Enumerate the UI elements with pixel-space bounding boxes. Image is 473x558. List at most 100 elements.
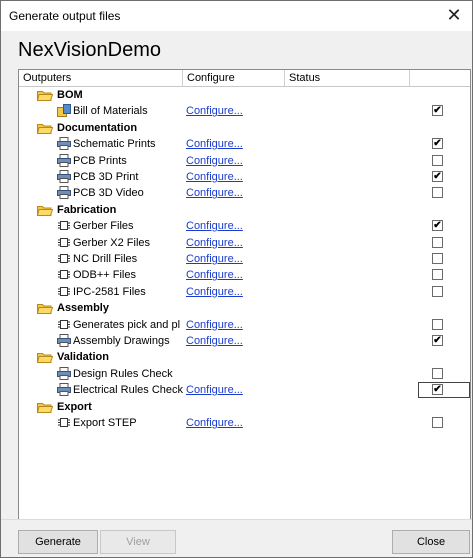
configure-link[interactable]: Configure... — [186, 317, 243, 333]
enable-checkbox[interactable] — [432, 285, 443, 297]
configure-link[interactable]: Configure... — [186, 284, 243, 300]
printer-icon — [57, 153, 71, 167]
group-row-assembly[interactable]: Assembly — [19, 300, 470, 316]
column-header-configure[interactable]: Configure — [183, 70, 285, 86]
outputer-label: Assembly Drawings — [73, 335, 170, 347]
outputer-row[interactable]: PCB Prints Configure... — [19, 153, 470, 169]
outputer-label: Electrical Rules Check — [73, 384, 184, 397]
outputer-row[interactable]: ODB++ Files Configure... — [19, 267, 470, 283]
group-label: Documentation — [57, 121, 138, 134]
folder-open-icon — [36, 205, 54, 216]
folder-open-icon — [36, 303, 54, 315]
enable-checkbox[interactable] — [432, 367, 443, 379]
printer-icon — [57, 334, 71, 347]
enable-checkbox[interactable] — [432, 154, 443, 166]
outputer-row[interactable]: Assembly Drawings Configure... ✔ — [19, 333, 470, 349]
outputer-row[interactable]: IPC-2581 Files Configure... — [19, 284, 470, 300]
group-label: Fabrication — [57, 203, 117, 216]
outputer-label: Export STEP — [73, 417, 137, 429]
folder-open-icon — [36, 123, 54, 134]
enable-checkbox[interactable]: ✔ — [432, 384, 443, 396]
chip-icon — [57, 416, 71, 429]
enable-checkbox[interactable]: ✔ — [432, 335, 443, 346]
outputer-label: ODB++ Files — [73, 269, 136, 282]
outputer-label: Generates pick and pl — [73, 318, 181, 331]
outputer-row[interactable]: Bill of Materials Configure... ✔ — [19, 103, 470, 119]
group-row-validation[interactable]: Validation — [19, 349, 470, 365]
configure-link[interactable]: Configure... — [186, 267, 243, 283]
chip-icon — [57, 219, 71, 232]
group-label: BOM — [57, 89, 83, 101]
folder-open-icon — [36, 352, 54, 364]
enable-checkbox[interactable]: ✔ — [432, 138, 443, 150]
folder-open-icon — [36, 402, 54, 413]
enable-checkbox[interactable] — [432, 417, 443, 428]
configure-link[interactable]: Configure... — [186, 235, 243, 251]
outputer-label: PCB 3D Print — [73, 171, 139, 183]
dialog-footer: Generate View Close — [1, 519, 472, 557]
enable-checkbox[interactable]: ✔ — [432, 105, 443, 117]
outputer-label: IPC-2581 Files — [73, 285, 146, 298]
outputer-label: Gerber X2 Files — [73, 236, 151, 249]
close-button[interactable]: Close — [392, 530, 470, 554]
bom-report-icon — [57, 104, 71, 118]
outputer-row[interactable]: Gerber X2 Files Configure... — [19, 235, 470, 251]
view-button[interactable]: View — [100, 530, 176, 554]
outputers-list[interactable]: Outputers Configure Status BOM Bill of Ma… — [18, 69, 471, 543]
configure-link[interactable]: Configure... — [186, 251, 243, 267]
configure-link[interactable]: Configure... — [186, 103, 243, 119]
outputer-row[interactable]: Schematic Prints Configure... ✔ — [19, 136, 470, 152]
outputer-row[interactable]: PCB 3D Print Configure... ✔ — [19, 169, 470, 185]
configure-link[interactable]: Configure... — [186, 382, 243, 398]
outputer-row[interactable]: PCB 3D Video Configure... — [19, 185, 470, 201]
folder-open-icon — [36, 90, 54, 101]
configure-link[interactable]: Configure... — [186, 169, 243, 185]
column-header-enabled[interactable] — [410, 70, 470, 86]
outputer-label: PCB 3D Video — [73, 187, 144, 200]
close-icon[interactable]: ✕ — [442, 4, 466, 26]
printer-icon — [57, 383, 71, 397]
enable-checkbox[interactable] — [432, 187, 443, 199]
outputer-row[interactable]: Export STEP Configure... — [19, 415, 470, 431]
configure-link[interactable]: Configure... — [186, 333, 243, 349]
column-header-status[interactable]: Status — [285, 70, 410, 86]
enable-checkbox[interactable]: ✔ — [432, 171, 443, 182]
printer-icon — [57, 366, 71, 380]
enable-checkbox[interactable]: ✔ — [432, 220, 443, 232]
list-header: Outputers Configure Status — [19, 70, 470, 87]
configure-link[interactable]: Configure... — [186, 153, 243, 169]
enable-checkbox[interactable] — [432, 236, 443, 248]
generate-button[interactable]: Generate — [18, 530, 98, 554]
focus-rect — [418, 382, 470, 399]
chip-icon — [57, 285, 71, 298]
configure-link[interactable]: Configure... — [186, 415, 243, 431]
column-header-outputers[interactable]: Outputers — [19, 70, 183, 86]
group-row-documentation[interactable]: Documentation — [19, 120, 470, 136]
enable-checkbox[interactable] — [432, 269, 443, 281]
title-bar: Generate output files ✕ — [1, 1, 472, 31]
outputer-row[interactable]: Design Rules Check — [19, 366, 470, 382]
enable-checkbox[interactable] — [432, 253, 443, 264]
outputer-row[interactable]: Electrical Rules Check Configure... ✔ — [19, 382, 470, 399]
enable-checkbox[interactable] — [432, 318, 443, 330]
configure-link[interactable]: Configure... — [186, 136, 243, 152]
group-row-export[interactable]: Export — [19, 399, 470, 415]
outputer-label: NC Drill Files — [73, 253, 138, 265]
chip-icon — [57, 268, 71, 281]
outputer-row[interactable]: NC Drill Files Configure... — [19, 251, 470, 267]
printer-icon — [57, 137, 71, 151]
outputer-label: PCB Prints — [73, 154, 127, 167]
configure-link[interactable]: Configure... — [186, 218, 243, 234]
chip-icon — [57, 252, 71, 265]
group-row-fabrication[interactable]: Fabrication — [19, 202, 470, 218]
outputer-row[interactable]: Gerber Files Configure... ✔ — [19, 218, 470, 234]
group-row-bom[interactable]: BOM — [19, 87, 470, 103]
configure-link[interactable]: Configure... — [186, 185, 243, 201]
project-name: NexVisionDemo — [18, 39, 162, 61]
outputer-label: Gerber Files — [73, 220, 134, 233]
group-label: Validation — [57, 351, 109, 364]
outputer-label: Bill of Materials — [73, 105, 148, 118]
printer-icon — [57, 170, 71, 183]
outputer-label: Schematic Prints — [73, 138, 156, 151]
outputer-row[interactable]: Generates pick and pl Configure... — [19, 317, 470, 333]
